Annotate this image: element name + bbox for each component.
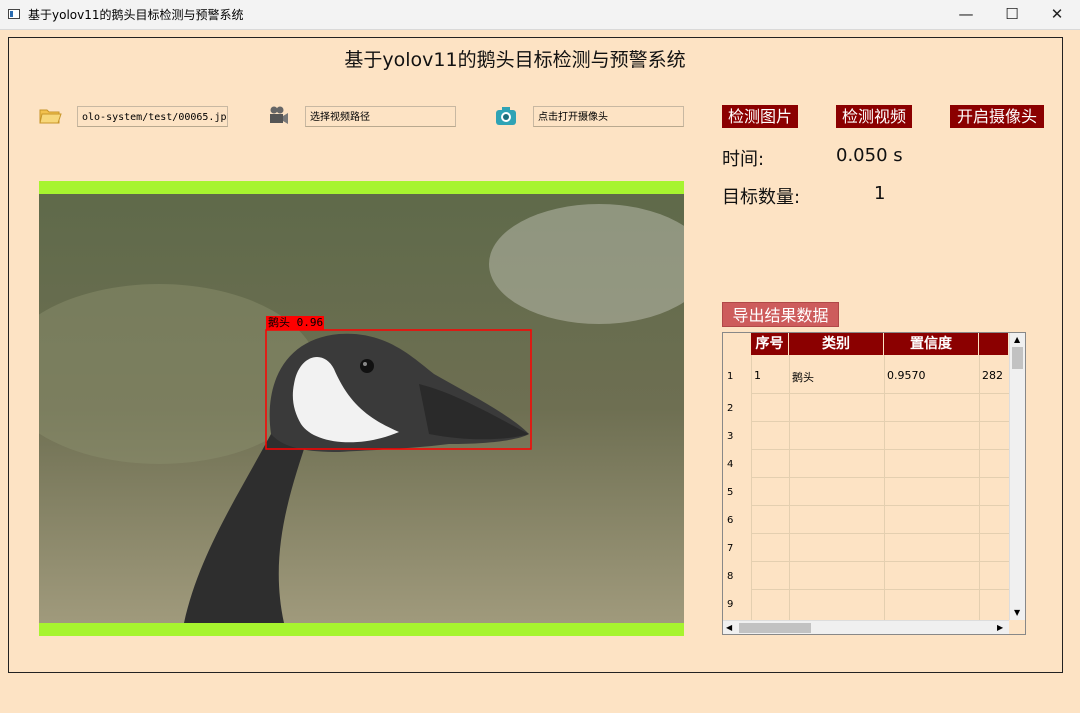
maximize-button[interactable]: ☐ (989, 0, 1035, 29)
grid-line (751, 561, 1009, 562)
grid-line (751, 355, 752, 622)
row-number[interactable]: 4 (723, 459, 751, 470)
grid-line (751, 589, 1009, 590)
time-value: 0.050 s (836, 145, 903, 166)
grid-line (884, 355, 885, 622)
scroll-right-icon[interactable]: ▶ (997, 623, 1003, 632)
grid-line (789, 355, 790, 622)
scroll-left-icon[interactable]: ◀ (726, 623, 732, 632)
row-number[interactable]: 7 (723, 543, 751, 554)
cell-index[interactable]: 1 (751, 369, 761, 382)
vertical-scroll-thumb[interactable] (1012, 347, 1023, 369)
grid-line (979, 355, 980, 622)
horizontal-scrollbar[interactable]: ◀ ▶ (723, 620, 1009, 634)
bbox-label: 鹅头 0.96 (268, 316, 324, 329)
minimize-button[interactable]: — (943, 0, 989, 29)
count-label: 目标数量: (722, 187, 801, 208)
cell-class[interactable]: 鹅头 (789, 369, 814, 385)
row-number[interactable]: 5 (723, 487, 751, 498)
row-number[interactable]: 3 (723, 431, 751, 442)
cell-coords[interactable]: 282 (979, 369, 1003, 382)
row-number[interactable]: 8 (723, 571, 751, 582)
scroll-up-icon[interactable]: ▲ (1014, 335, 1020, 344)
row-number[interactable]: 2 (723, 403, 751, 414)
column-header-coords[interactable] (979, 333, 1009, 355)
results-table[interactable]: 序号 类别 置信度 1 2 3 4 5 6 7 8 9 1 鹅头 0.9570 … (722, 332, 1026, 635)
count-value: 1 (874, 183, 886, 204)
row-number[interactable]: 6 (723, 515, 751, 526)
video-path-field[interactable]: 选择视频路径 (305, 106, 456, 127)
window-titlebar: 基于yolov11的鹅头目标检测与预警系统 — ☐ ✕ (0, 0, 1080, 30)
row-number[interactable]: 1 (723, 371, 751, 382)
detect-video-button[interactable]: 检测视频 (836, 105, 912, 128)
window-title: 基于yolov11的鹅头目标检测与预警系统 (28, 8, 244, 22)
image-path-field[interactable]: olo-system/test/00065.jpg (77, 106, 228, 127)
grid-line (751, 477, 1009, 478)
app-window-icon (8, 9, 20, 19)
time-label: 时间: (722, 149, 765, 170)
open-camera-button[interactable]: 开启摄像头 (950, 105, 1044, 128)
grid-line (751, 421, 1009, 422)
close-button[interactable]: ✕ (1034, 0, 1080, 29)
app-title: 基于yolov11的鹅头目标检测与预警系统 (344, 49, 686, 71)
cell-confidence[interactable]: 0.9570 (884, 369, 926, 382)
grid-line (751, 533, 1009, 534)
export-results-button[interactable]: 导出结果数据 (722, 302, 839, 327)
goose-photo (39, 194, 684, 623)
grid-line (751, 393, 1009, 394)
column-header-confidence[interactable]: 置信度 (884, 333, 979, 355)
camera-icon[interactable] (494, 104, 518, 128)
grid-line (751, 449, 1009, 450)
detection-image: 鹅头 0.96 (39, 194, 684, 623)
row-number[interactable]: 9 (723, 599, 751, 610)
camera-field[interactable]: 点击打开摄像头 (533, 106, 684, 127)
column-header-class[interactable]: 类别 (789, 333, 884, 355)
folder-icon[interactable] (38, 104, 62, 128)
video-camera-icon[interactable] (266, 104, 290, 128)
grid-line (751, 505, 1009, 506)
vertical-scrollbar[interactable]: ▲ ▼ (1009, 333, 1025, 620)
image-display: 鹅头 0.96 (39, 181, 684, 636)
column-header-index[interactable]: 序号 (751, 333, 789, 355)
horizontal-scroll-thumb[interactable] (739, 623, 811, 633)
scroll-down-icon[interactable]: ▼ (1014, 608, 1020, 617)
detect-image-button[interactable]: 检测图片 (722, 105, 798, 128)
